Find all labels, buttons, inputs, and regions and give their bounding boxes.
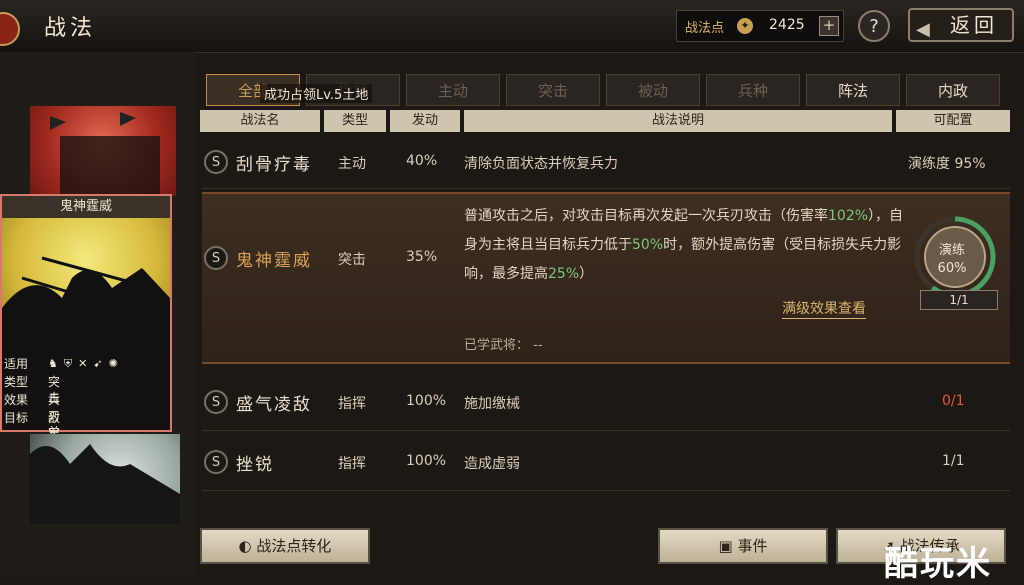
col-header-type: 类型	[324, 110, 386, 132]
col-header-name: 战法名	[200, 110, 320, 132]
spear-icon: ➹	[93, 357, 109, 370]
warriors-silhouette-icon	[2, 256, 170, 356]
tab-internal[interactable]: 内政	[906, 74, 1000, 106]
tactic-type: 主动	[338, 156, 366, 172]
points-label: 战法点	[685, 21, 725, 36]
tactic-config: 1/1	[942, 453, 965, 469]
grade-badge: S	[204, 150, 228, 174]
tactic-desc: 施加缴械	[464, 396, 520, 412]
tactic-name: 挫锐	[236, 455, 274, 475]
tactic-name: 盛气凌敌	[236, 395, 312, 415]
tactic-type: 指挥	[338, 456, 366, 472]
card-artwork	[2, 218, 170, 356]
table-row-selected[interactable]: S 鬼神霆威 突击 35% 普通攻击之后，对攻击目标再次发起一次兵刃攻击（伤害率…	[202, 192, 1010, 364]
seal-icon	[0, 12, 20, 46]
col-header-config: 可配置	[896, 110, 1010, 132]
unlock-tooltip: 成功占领Lv.5土地	[260, 84, 373, 103]
config-count: 1/1	[920, 290, 998, 310]
tactic-points-box: 战法点 ✦ 2425 +	[676, 10, 844, 42]
tactic-name: 鬼神霆威	[236, 251, 312, 271]
troops-silhouette-icon	[50, 112, 160, 196]
grade-badge: S	[204, 450, 228, 474]
col-header-rate: 发动	[390, 110, 460, 132]
tactic-card-top[interactable]	[30, 106, 176, 196]
card-info: 适用 ♞⛨✕➹✺ 类型 突击 效果 兵刃单体 目标 敌军单体	[2, 356, 170, 473]
event-icon: ▣	[718, 537, 733, 555]
page-title: 战法	[44, 16, 97, 41]
back-button[interactable]: ◀ 返回	[908, 8, 1014, 42]
watermark: 酷玩米	[884, 544, 992, 584]
soldiers-silhouette-icon	[30, 444, 180, 524]
crossbow-icon: ✕	[78, 357, 94, 370]
tactic-card-bottom[interactable]	[30, 434, 180, 524]
tab-active[interactable]: 主动	[406, 74, 500, 106]
troop-type-icons: ♞⛨✕➹✺	[48, 356, 124, 372]
selected-tactic-card[interactable]: 鬼神霆威 适用 ♞⛨✕➹✺ 类型 突击 效果 兵刃单体 目标 敌军单体	[0, 194, 172, 473]
tactic-type: 突击	[338, 252, 366, 268]
back-label: 返回	[950, 13, 998, 37]
convert-points-button[interactable]: ◐ 战法点转化	[200, 528, 370, 564]
convert-icon: ◐	[238, 537, 252, 555]
table-row[interactable]: S 盛气凌敌 指挥 100% 施加缴械 0/1	[202, 376, 1010, 431]
tab-passive[interactable]: 被动	[606, 74, 700, 106]
col-header-desc: 战法说明	[464, 110, 892, 132]
tactic-rate: 100%	[406, 453, 447, 469]
tactic-desc: 造成虚弱	[464, 456, 520, 472]
chariot-icon: ✺	[108, 357, 124, 370]
tab-troop[interactable]: 兵种	[706, 74, 800, 106]
back-arrow-icon: ◀	[916, 19, 930, 40]
shield-icon: ⛨	[63, 357, 79, 370]
learned-generals: 已学武将： --	[464, 338, 543, 353]
tactic-rate: 100%	[406, 393, 447, 409]
tactic-rate: 35%	[406, 249, 438, 265]
tactic-desc: 普通攻击之后，对攻击目标再次发起一次兵刃攻击（伤害率102%），自身为主将且当目…	[464, 208, 904, 282]
table-row[interactable]: S 刮骨疗毒 主动 40% 清除负面状态并恢复兵力 演练度 95%	[202, 138, 1010, 189]
max-level-effect-link[interactable]: 满级效果查看	[782, 298, 866, 319]
points-coin-icon: ✦	[737, 18, 753, 34]
points-value: 2425	[769, 17, 805, 33]
practice-label[interactable]: 演练 60%	[924, 242, 980, 278]
grade-badge: S	[204, 390, 228, 414]
tactic-config: 0/1	[942, 393, 965, 409]
tactic-config: 演练度 95%	[908, 156, 986, 172]
tactic-name: 刮骨疗毒	[236, 155, 312, 175]
tactic-rate: 40%	[406, 153, 438, 169]
top-bar: 战法 战法点 ✦ 2425 + ? ◀ 返回	[0, 0, 1024, 53]
tab-formation[interactable]: 阵法	[806, 74, 900, 106]
tab-assault[interactable]: 突击	[506, 74, 600, 106]
help-button[interactable]: ?	[858, 10, 890, 42]
table-row[interactable]: S 挫锐 指挥 100% 造成虚弱 1/1	[202, 436, 1010, 491]
card-title: 鬼神霆威	[2, 196, 170, 218]
tactic-list-panel: 全部 指挥 主动 突击 被动 兵种 阵法 内政 成功占领Lv.5土地 战法名 类…	[196, 64, 1014, 576]
tactic-type: 指挥	[338, 396, 366, 412]
cavalry-icon: ♞	[48, 357, 64, 370]
event-button[interactable]: ▣ 事件	[658, 528, 828, 564]
add-points-button[interactable]: +	[819, 16, 839, 36]
grade-badge: S	[204, 246, 228, 270]
tactic-desc: 清除负面状态并恢复兵力	[464, 156, 618, 172]
